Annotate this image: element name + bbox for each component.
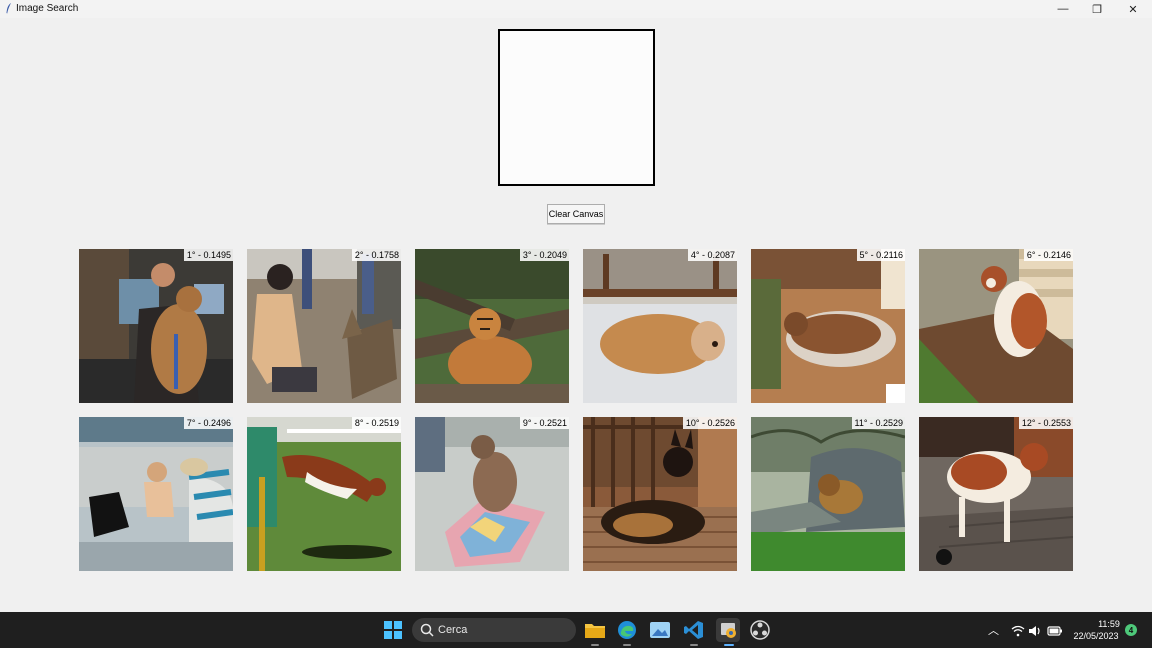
result-image [415,249,569,403]
obs-icon[interactable] [749,619,771,641]
search-placeholder: Cerca [438,624,468,636]
result-thumbnail-2[interactable]: 2° - 0.1758 [247,249,401,403]
chevron-up-icon[interactable]: ︿ [988,622,999,638]
window-titlebar: Image Search — ❐ ✕ [0,0,1152,18]
active-indicator [724,644,734,646]
result-thumbnail-9[interactable]: 9° - 0.2521 [415,417,569,571]
result-thumbnail-6[interactable]: 6° - 0.2146 [919,249,1073,403]
result-score-label: 8° - 0.2519 [351,417,401,429]
clock-date[interactable]: 22/05/2023 [1066,631,1126,641]
active-indicator [591,644,599,646]
active-indicator [623,644,631,646]
file-explorer-icon[interactable] [584,619,606,641]
result-thumbnail-8[interactable]: 8° - 0.2519 [247,417,401,571]
battery-icon[interactable] [1047,624,1063,642]
result-thumbnail-3[interactable]: 3° - 0.2049 [415,249,569,403]
result-score-label: 5° - 0.2116 [856,249,905,261]
result-image [919,417,1073,571]
active-indicator [690,644,698,646]
result-score-label: 9° - 0.2521 [519,417,569,429]
results-grid: 1° - 0.1495 2° - 0.1758 3° - 0.2049 4° -… [79,249,1074,572]
taskbar-search-input[interactable]: Cerca [412,618,576,642]
result-thumbnail-1[interactable]: 1° - 0.1495 [79,249,233,403]
result-thumbnail-4[interactable]: 4° - 0.2087 [583,249,737,403]
app-body: Clear Canvas 1° - 0.1495 2° - 0.1758 3° … [0,18,1152,612]
result-thumbnail-10[interactable]: 10° - 0.2526 [583,417,737,571]
result-image [247,417,401,571]
result-score-label: 3° - 0.2049 [519,249,569,261]
result-image [79,249,233,403]
result-image [583,417,737,571]
windows-start-icon[interactable] [382,619,404,641]
maximize-button[interactable]: ❐ [1080,0,1114,18]
result-score-label: 10° - 0.2526 [682,417,737,429]
result-score-label: 1° - 0.1495 [183,249,233,261]
clear-canvas-button[interactable]: Clear Canvas [547,204,605,224]
photos-icon[interactable] [649,619,671,641]
result-image [415,417,569,571]
close-button[interactable]: ✕ [1116,0,1150,18]
result-thumbnail-7[interactable]: 7° - 0.2496 [79,417,233,571]
result-image [751,249,905,403]
result-thumbnail-5[interactable]: 5° - 0.2116 [751,249,905,403]
result-thumbnail-11[interactable]: 11° - 0.2529 [751,417,905,571]
result-score-label: 2° - 0.1758 [351,249,401,261]
search-icon [420,623,434,637]
result-score-label: 11° - 0.2529 [851,417,905,429]
result-image [79,417,233,571]
taskbar: Cerca ︿ 11:59 22/05/2023 [0,612,1152,648]
result-score-label: 4° - 0.2087 [687,249,737,261]
wifi-icon[interactable] [1011,624,1025,642]
python-app-icon[interactable] [716,618,740,642]
drawing-canvas[interactable] [498,29,655,186]
window-title: Image Search [16,3,79,14]
vscode-icon[interactable] [683,619,705,641]
result-image [583,249,737,403]
result-score-label: 12° - 0.2553 [1018,417,1073,429]
result-image [247,249,401,403]
result-image [751,417,905,571]
result-score-label: 7° - 0.2496 [183,417,233,429]
result-score-label: 6° - 0.2146 [1023,249,1073,261]
edge-browser-icon[interactable] [616,619,638,641]
result-thumbnail-12[interactable]: 12° - 0.2553 [919,417,1073,571]
feather-icon [6,3,11,14]
result-image [919,249,1073,403]
minimize-button[interactable]: — [1046,0,1080,18]
notification-badge[interactable]: 4 [1125,624,1137,636]
volume-icon[interactable] [1029,624,1043,642]
